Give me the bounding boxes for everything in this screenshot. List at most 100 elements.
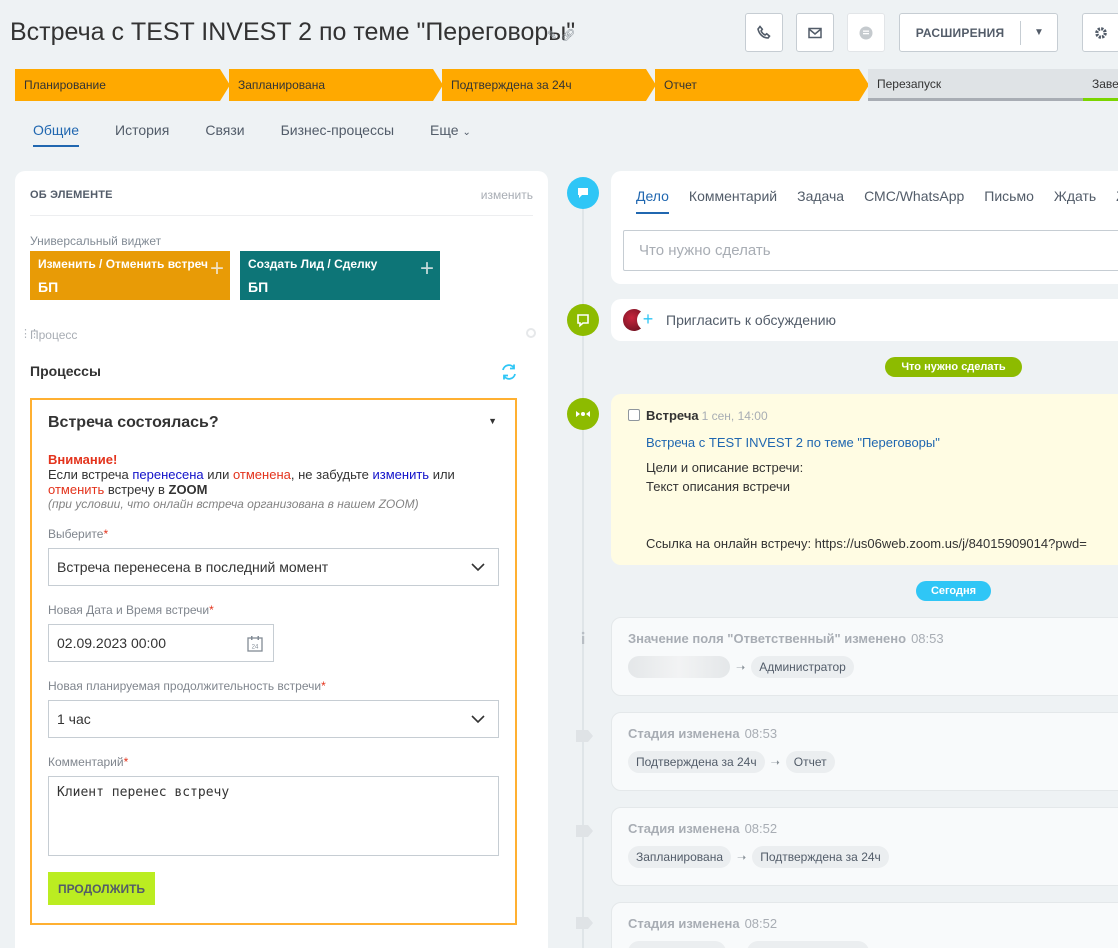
warning-text-part: встречу в <box>104 482 169 497</box>
meeting-time: 1 сен, 14:00 <box>701 409 768 423</box>
history-title: Стадия изменена 08:52 <box>628 821 777 836</box>
activity-tabs: Дело Комментарий Задача СМС/WhatsApp Пис… <box>636 188 1118 214</box>
todo-input[interactable]: Что нужно сделать <box>623 230 1118 271</box>
stage-label: Планирование <box>24 78 106 92</box>
collapse-icon[interactable]: ▼ <box>488 416 497 426</box>
history-chips: Подтверждена за 24ч ➝ Отчет <box>628 751 835 773</box>
meeting-description: Цели и описание встречи: Текст описания … <box>646 458 803 496</box>
widget-change-meeting[interactable]: Изменить / Отменить встречу БП + <box>30 251 230 300</box>
continue-button[interactable]: ПРОДОЛЖИТЬ <box>48 872 155 905</box>
invite-text[interactable]: Пригласить к обсуждению <box>666 312 836 328</box>
field-label-text: Новая планируемая продолжительность встр… <box>48 679 322 693</box>
pencil-icon[interactable]: ✎ <box>547 28 557 42</box>
required-mark: * <box>321 679 326 693</box>
history-from-chip <box>628 941 726 948</box>
tab-more[interactable]: Еще ⌄ <box>430 122 471 147</box>
plus-icon[interactable]: + <box>637 309 659 331</box>
tab-sms[interactable]: СМС/WhatsApp <box>864 188 964 214</box>
info-icon <box>567 622 599 654</box>
stage-final[interactable]: Заверш <box>1083 69 1118 101</box>
warning-change: изменить <box>372 467 430 482</box>
history-title: Значение поля "Ответственный" изменено 08… <box>628 631 944 646</box>
chat-button[interactable] <box>847 13 885 52</box>
history-to-chip: Администратор <box>751 656 854 678</box>
history-title: Стадия изменена 08:52 <box>628 916 777 931</box>
refresh-icon[interactable] <box>500 363 518 381</box>
warning-cancelled: отменена <box>232 467 291 482</box>
history-chips: Запланирована ➝ Подтверждена за 24ч <box>628 846 889 868</box>
history-from-chip <box>628 656 730 678</box>
widget-title: Создать Лид / Сделку <box>248 257 378 271</box>
history-time: 08:53 <box>744 726 778 741</box>
warning-text-part: или <box>429 467 455 482</box>
calendar-icon[interactable]: 24 <box>247 635 263 652</box>
complete-checkbox[interactable] <box>628 409 640 421</box>
discussion-icon <box>567 304 599 336</box>
tab-task-todo[interactable]: Дело <box>636 188 669 214</box>
today-pill: Сегодня <box>916 581 991 601</box>
stage-planning[interactable]: Планирование <box>15 69 230 101</box>
tab-email[interactable]: Письмо <box>984 188 1034 214</box>
reason-select[interactable]: Встреча перенесена в последний момент <box>48 548 499 586</box>
title-tools: ✎ 🔗︎ <box>547 28 576 42</box>
field-label: Выберите* <box>48 527 108 541</box>
email-button[interactable] <box>796 13 834 52</box>
process-label: Процесс <box>30 328 78 342</box>
date-field[interactable]: 02.09.2023 00:00 24 <box>48 624 274 662</box>
history-title-text: Значение поля "Ответственный" изменено <box>628 631 907 646</box>
meeting-url[interactable]: Ссылка на онлайн встречу: https://us06we… <box>646 536 1087 551</box>
history-from-chip: Запланирована <box>628 846 731 868</box>
link-icon[interactable]: 🔗︎ <box>560 28 575 42</box>
reason-value: Встреча перенесена в последний момент <box>57 559 329 575</box>
history-item: Значение поля "Ответственный" изменено 08… <box>611 617 1118 696</box>
chat-bubble-icon <box>578 188 588 198</box>
field-label-text: Новая Дата и Время встречи <box>48 603 210 617</box>
history-title-text: Стадия изменена <box>628 726 740 741</box>
settings-icon[interactable] <box>526 328 536 338</box>
todo-pill: Что нужно сделать <box>885 357 1022 377</box>
tab-task[interactable]: Задача <box>797 188 844 214</box>
bp-title: Встреча состоялась? <box>48 414 219 431</box>
invite-panel[interactable]: + Пригласить к обсуждению <box>611 299 1118 341</box>
entity-tabs: Общие История Связи Бизнес-процессы Еще … <box>33 122 507 147</box>
field-label: Новая Дата и Время встречи* <box>48 603 214 617</box>
processes-title: Процессы <box>30 363 101 379</box>
history-chips: ➝ Администратор <box>628 656 854 678</box>
chat-icon <box>859 26 873 39</box>
tab-wait[interactable]: Ждать <box>1054 188 1096 214</box>
comment-textarea[interactable]: Клиент перенес встречу <box>48 776 499 856</box>
warning-text: Если встреча перенесена или отменена, не… <box>48 467 488 482</box>
chevron-down-icon <box>471 715 485 724</box>
extensions-label: РАСШИРЕНИЯ <box>915 25 1005 40</box>
warning-cancel: отменить <box>48 482 105 497</box>
required-mark: * <box>103 527 109 541</box>
edit-link[interactable]: изменить <box>481 188 533 202</box>
duration-select[interactable]: 1 час <box>48 700 499 738</box>
chevron-down-icon[interactable]: ▼ <box>1021 27 1057 38</box>
extensions-button[interactable]: РАСШИРЕНИЯ ▼ <box>899 13 1058 52</box>
page-title: Встреча с TEST INVEST 2 по теме "Перегов… <box>10 18 576 46</box>
history-to-chip: Подтверждена за 24ч <box>752 846 889 868</box>
stage-scheduled[interactable]: Запланирована <box>229 69 443 101</box>
tab-history[interactable]: История <box>115 122 169 147</box>
settings-button[interactable] <box>1082 13 1118 52</box>
tab-links[interactable]: Связи <box>205 122 244 147</box>
about-card: ОБ ЭЛЕМЕНТЕ изменить Универсальный видже… <box>15 171 548 948</box>
widget-create-lead[interactable]: Создать Лид / Сделку БП + <box>240 251 440 300</box>
tab-general[interactable]: Общие <box>33 122 80 147</box>
stage-confirmed[interactable]: Подтверждена за 24ч <box>442 69 656 101</box>
warning-text-part: или <box>203 467 233 482</box>
stage-report[interactable]: Отчет <box>655 69 869 101</box>
history-title-text: Стадия изменена <box>628 916 740 931</box>
tab-business-processes[interactable]: Бизнес-процессы <box>281 122 394 147</box>
tag-icon <box>576 825 593 837</box>
meeting-link[interactable]: Встреча с TEST INVEST 2 по теме "Перегов… <box>646 435 940 450</box>
call-button[interactable] <box>745 13 783 52</box>
stage-label: Перезапуск <box>877 76 942 91</box>
stage-restart[interactable]: Перезапуск <box>868 69 1101 101</box>
handshake-icon <box>576 411 590 417</box>
tab-comment[interactable]: Комментарий <box>689 188 777 214</box>
bp-form: Встреча состоялась? ▼ Внимание! Если вст… <box>30 398 517 925</box>
required-mark: * <box>123 755 129 769</box>
duration-value: 1 час <box>57 711 91 727</box>
